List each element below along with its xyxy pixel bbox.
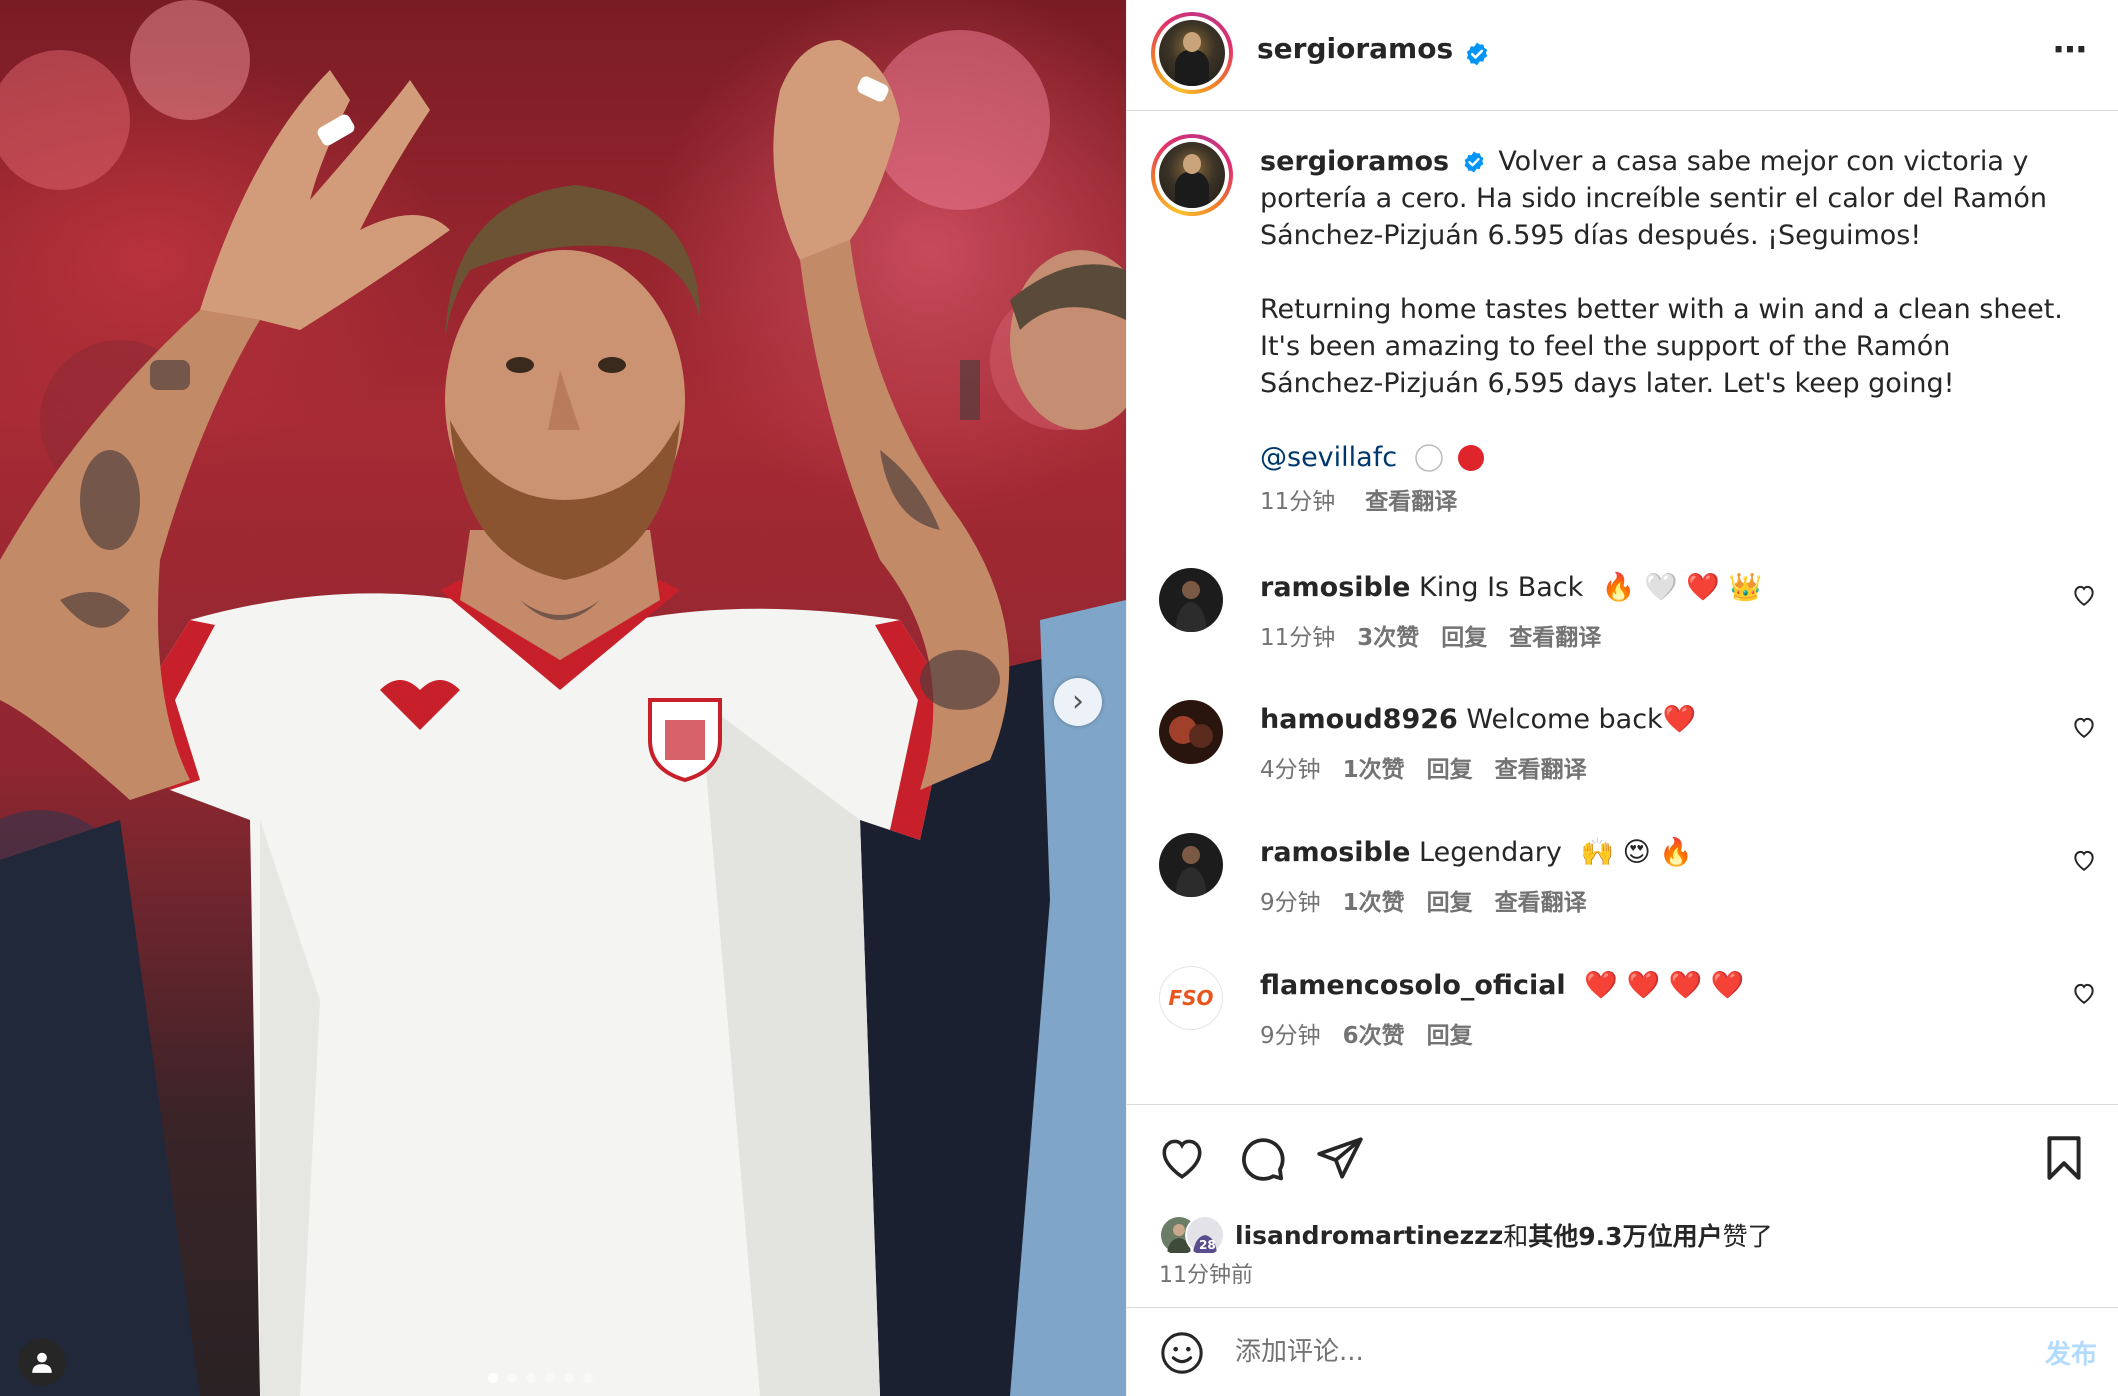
post-detail-panel: sergioramos ⋯ sergioramos Volver a casa … bbox=[1126, 0, 2118, 1396]
comment-like-count[interactable]: 3次赞 bbox=[1357, 625, 1419, 651]
tagged-users-button[interactable] bbox=[18, 1338, 66, 1386]
comment-reply-button[interactable]: 回复 bbox=[1427, 1023, 1473, 1049]
comment-emojis: ❤️ ❤️ ❤️ ❤️ bbox=[1584, 970, 1745, 1001]
carousel-dot-active bbox=[488, 1373, 498, 1383]
comment-reply-button[interactable]: 回复 bbox=[1427, 757, 1473, 783]
smile-icon[interactable] bbox=[1159, 1330, 1205, 1376]
likes-summary: 28 lisandromartinezzz 和其他9.3万位用户 赞了 bbox=[1159, 1215, 1773, 1255]
author-name-row: sergioramos bbox=[1257, 32, 1490, 67]
comment-like-count[interactable]: 1次赞 bbox=[1343, 757, 1405, 783]
comment-emojis: ❤️ bbox=[1662, 704, 1697, 735]
mention-link[interactable]: @sevillafc bbox=[1260, 442, 1397, 473]
liker-username[interactable]: lisandromartinezzz bbox=[1235, 1221, 1503, 1250]
comment-time: 9分钟 bbox=[1260, 890, 1321, 916]
liker-avatar[interactable]: 28 bbox=[1185, 1215, 1225, 1255]
author-avatar[interactable] bbox=[1151, 12, 1233, 94]
commenter-username[interactable]: hamoud8926 bbox=[1260, 704, 1458, 735]
caption-translate-link[interactable]: 查看翻译 bbox=[1365, 489, 1457, 515]
comment-reply-button[interactable]: 回复 bbox=[1441, 625, 1487, 651]
post-actions-bar: 28 lisandromartinezzz 和其他9.3万位用户 赞了 11分钟前 bbox=[1127, 1104, 2118, 1304]
carousel-dot bbox=[583, 1373, 593, 1383]
comment-translate-link[interactable]: 查看翻译 bbox=[1509, 625, 1601, 651]
carousel-dot bbox=[564, 1373, 574, 1383]
comment-like-count[interactable]: 1次赞 bbox=[1343, 890, 1405, 916]
comment-bubble-icon[interactable] bbox=[1237, 1133, 1287, 1183]
comment-emojis: 🔥 🤍 ❤️ 👑 bbox=[1601, 572, 1763, 603]
like-heart-icon[interactable] bbox=[1157, 1133, 1207, 1183]
bookmark-icon[interactable] bbox=[2039, 1133, 2089, 1183]
comment-translate-link[interactable]: 查看翻译 bbox=[1495, 757, 1587, 783]
post-header: sergioramos ⋯ bbox=[1127, 0, 2118, 111]
person-icon bbox=[32, 1352, 52, 1373]
add-comment-bar: 发布 bbox=[1127, 1307, 2118, 1396]
commenter-avatar[interactable]: FSO bbox=[1159, 966, 1223, 1030]
caption-time: 11分钟 bbox=[1260, 489, 1336, 515]
carousel-dot bbox=[526, 1373, 536, 1383]
caption-username[interactable]: sergioramos bbox=[1260, 146, 1449, 177]
post-caption: sergioramos Volver a casa sabe mejor con… bbox=[1260, 143, 2080, 521]
likes-others-count[interactable]: 其他9.3万位用户 bbox=[1528, 1217, 1722, 1253]
comment-translate-link[interactable]: 查看翻译 bbox=[1495, 890, 1587, 916]
comment-time: 9分钟 bbox=[1260, 1023, 1321, 1049]
comment-reply-button[interactable]: 回复 bbox=[1427, 890, 1473, 916]
comment-time: 11分钟 bbox=[1260, 625, 1336, 651]
svg-text:28: 28 bbox=[1199, 1238, 1216, 1252]
commenter-avatar[interactable] bbox=[1159, 700, 1223, 764]
comment-like-heart-icon[interactable] bbox=[2071, 980, 2097, 1006]
commenter-avatar[interactable] bbox=[1159, 833, 1223, 897]
fso-logo: FSO bbox=[1168, 986, 1214, 1010]
caption-text-english: Returning home tastes better with a win … bbox=[1260, 294, 2063, 399]
comment-text: King Is Back bbox=[1419, 572, 1584, 603]
red-circle-icon bbox=[1458, 445, 1485, 471]
comment-emojis: 🙌 😍 🔥 bbox=[1580, 837, 1694, 868]
carousel-dot bbox=[507, 1373, 517, 1383]
carousel-dot bbox=[545, 1373, 555, 1383]
comment-item: ramosible Legendary 🙌 😍 🔥 9分钟 1次赞 回复 查看翻译 bbox=[1127, 833, 2118, 953]
carousel-next-button[interactable]: › bbox=[1054, 678, 1102, 726]
comment-like-heart-icon[interactable] bbox=[2071, 847, 2097, 873]
post-time-ago: 11分钟前 bbox=[1159, 1263, 1253, 1288]
comment-item: FSO flamencosolo_oficial ❤️ ❤️ ❤️ ❤️ 9分钟… bbox=[1127, 966, 2118, 1086]
carousel-indicator bbox=[488, 1373, 593, 1383]
comment-time: 4分钟 bbox=[1260, 757, 1321, 783]
white-circle-icon bbox=[1414, 444, 1443, 472]
comment-text: Welcome back bbox=[1466, 704, 1663, 735]
commenter-username[interactable]: ramosible bbox=[1260, 572, 1410, 603]
post-photo-illustration bbox=[0, 0, 1126, 1396]
ellipsis-icon: ⋯ bbox=[2053, 30, 2089, 70]
caption-meta: 11分钟 查看翻译 bbox=[1260, 484, 2080, 521]
caption-author-avatar[interactable] bbox=[1151, 134, 1233, 216]
author-username[interactable]: sergioramos bbox=[1257, 32, 1453, 65]
likes-suffix: 赞了 bbox=[1722, 1222, 1773, 1251]
comment-input[interactable] bbox=[1235, 1328, 1955, 1376]
verified-badge-icon bbox=[1464, 151, 1484, 173]
comment-like-count[interactable]: 6次赞 bbox=[1343, 1023, 1405, 1049]
share-send-icon[interactable] bbox=[1315, 1133, 1365, 1183]
comment-like-heart-icon[interactable] bbox=[2071, 582, 2097, 608]
comment-item: ramosible King Is Back 🔥 🤍 ❤️ 👑 11分钟 3次赞回… bbox=[1127, 568, 2118, 688]
comment-text: Legendary bbox=[1419, 837, 1562, 868]
post-comment-button[interactable]: 发布 bbox=[2045, 1334, 2097, 1371]
comment-like-heart-icon[interactable] bbox=[2071, 714, 2097, 740]
comment-item: hamoud8926 Welcome back❤️ 4分钟 1次赞 回复 查看翻译 bbox=[1127, 700, 2118, 820]
chevron-right-icon: › bbox=[1072, 684, 1084, 719]
commenter-username[interactable]: ramosible bbox=[1260, 837, 1410, 868]
verified-badge-icon bbox=[1467, 42, 1488, 65]
likes-and-text: 和 bbox=[1503, 1222, 1529, 1251]
post-image[interactable]: › bbox=[0, 0, 1126, 1396]
commenter-username[interactable]: flamencosolo_oficial bbox=[1260, 970, 1566, 1001]
commenter-avatar[interactable] bbox=[1159, 568, 1223, 632]
more-options-button[interactable]: ⋯ bbox=[2053, 30, 2089, 70]
